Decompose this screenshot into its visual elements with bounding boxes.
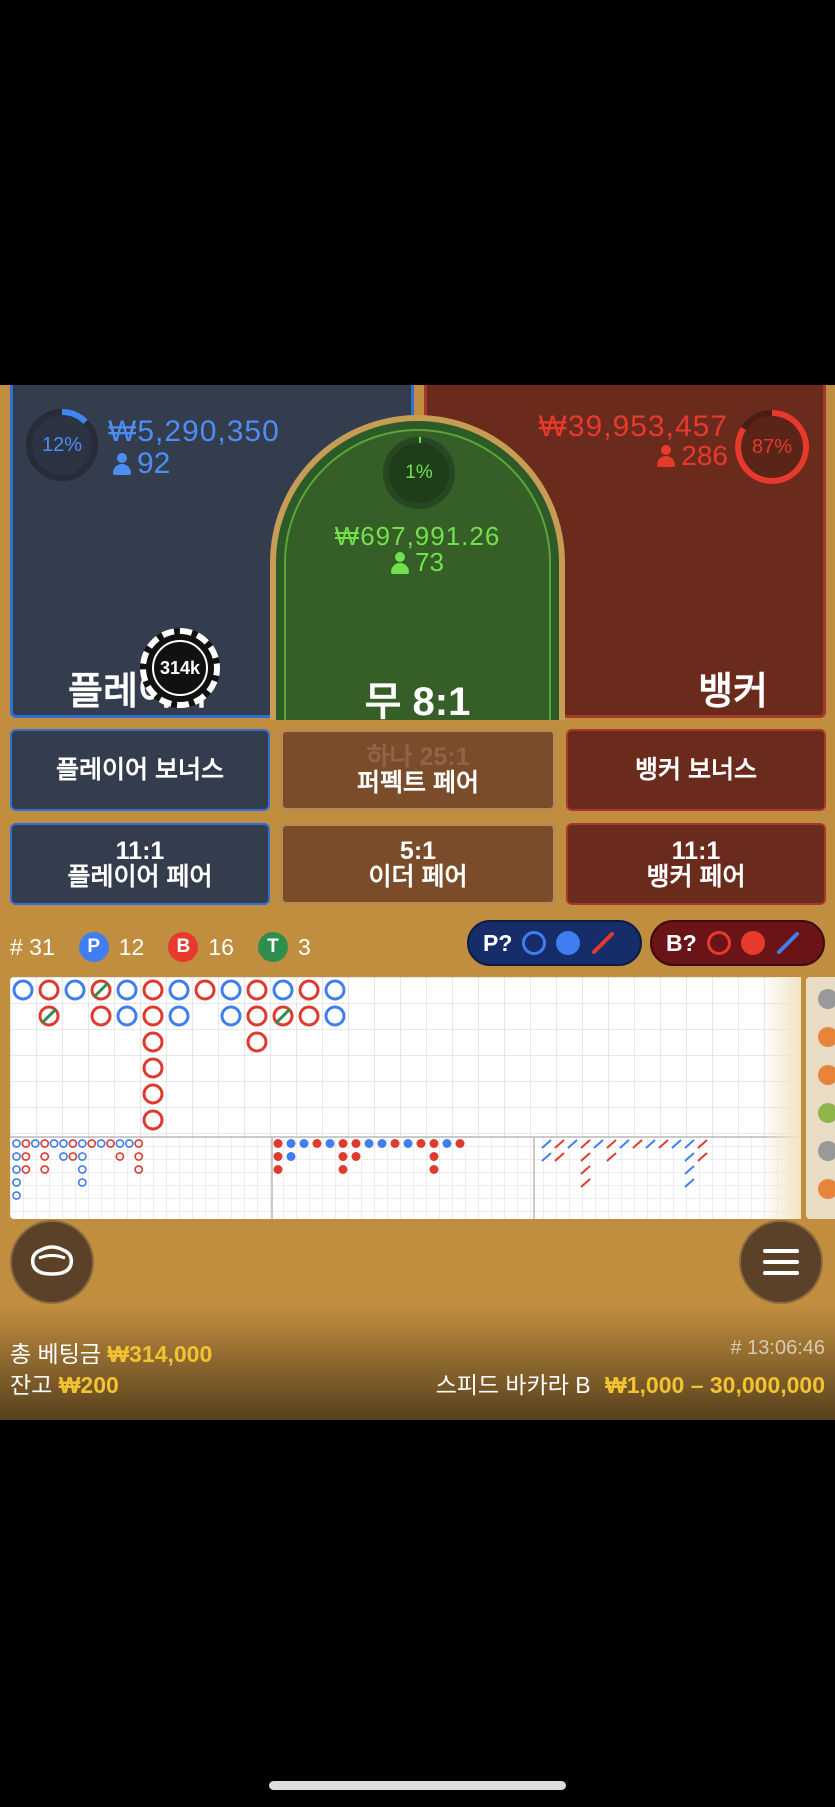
banker-prediction-button[interactable]: B?	[650, 920, 825, 966]
banker-bonus-button[interactable]: 뱅커 보너스	[566, 729, 826, 811]
small-road-mark	[325, 1139, 335, 1148]
round-number: # 31	[10, 933, 55, 960]
small-road-mark	[455, 1139, 465, 1148]
banker-pair-button[interactable]: 11:1 뱅커 페어	[566, 823, 826, 905]
player-pair-button[interactable]: 11:1 플레이어 페어	[10, 823, 270, 905]
player-bonus-button[interactable]: 플레이어 보너스	[10, 729, 270, 811]
road-map-grid	[10, 977, 801, 1219]
small-road-mark	[429, 1139, 439, 1148]
banker-prediction-label: B?	[666, 929, 697, 956]
tie-win-count: 3	[297, 933, 311, 960]
small-road-mark	[338, 1139, 348, 1148]
chat-icon	[30, 1245, 74, 1276]
small-road-mark	[429, 1152, 439, 1161]
round-stats: # 31 P 12 B 16 T 3	[10, 925, 311, 969]
round-time: # 13:06:46	[730, 1337, 825, 1359]
tie-label: 무 8:1	[364, 680, 471, 724]
person-icon	[113, 453, 131, 475]
small-road-mark	[273, 1165, 283, 1174]
player-total-amount: ₩5,290,350	[108, 415, 280, 448]
person-icon	[657, 445, 676, 467]
banker-win-count: 16	[208, 933, 234, 960]
balance-label: 잔고	[10, 1372, 53, 1398]
blue-slash-icon	[775, 930, 801, 956]
table-name: 스피드 바카라 B	[435, 1372, 591, 1398]
either-pair-odds: 5:1	[399, 836, 437, 865]
small-road-mark	[299, 1139, 309, 1148]
player-pair-odds: 11:1	[115, 836, 165, 865]
small-road-mark	[442, 1139, 452, 1148]
red-dot-icon	[740, 931, 765, 955]
menu-icon	[763, 1249, 799, 1275]
blue-ring-icon	[522, 931, 547, 955]
person-icon	[391, 551, 410, 574]
small-road-mark	[338, 1152, 348, 1161]
banker-total-amount: ₩39,953,457	[538, 410, 728, 443]
perfect-pair-label: 퍼펙트 페어	[357, 769, 479, 797]
small-road-mark	[286, 1152, 296, 1161]
either-pair-label: 이더 페어	[368, 863, 468, 891]
small-road-mark	[312, 1139, 322, 1148]
player-prediction-button[interactable]: P? .slash.r:after{}	[467, 920, 642, 966]
footer-bar: 총 베팅금 ₩314,000 잔고 ₩200 # 13:06:46 스피드 바카…	[0, 1305, 835, 1420]
balance-value: ₩200	[58, 1372, 119, 1398]
blue-dot-icon	[556, 931, 581, 955]
red-slash-icon: .slash.r:after{}	[590, 930, 616, 956]
player-bonus-label: 플레이어 보너스	[56, 755, 224, 784]
banker-win-badge: B	[168, 932, 199, 962]
banker-pair-label: 뱅커 페어	[646, 863, 746, 891]
total-bet-value: ₩314,000	[107, 1341, 213, 1367]
player-percent: 12%	[41, 433, 83, 456]
small-road-mark	[429, 1165, 439, 1174]
banker-label: 뱅커	[698, 671, 768, 713]
betting-table: 12% ₩5,290,350 92 플레이어 314k ₩39,953,457 …	[0, 385, 835, 1420]
perfect-pair-ghost-text: 하나 25:1	[366, 742, 470, 771]
road-preview-icons	[818, 989, 835, 1199]
small-road-mark	[377, 1139, 387, 1148]
small-road-mark	[403, 1139, 413, 1148]
tie-bet-area[interactable]: 1% ₩697,991.26 73 무 8:1	[270, 415, 565, 724]
scoreboard-road-map[interactable]	[10, 977, 801, 1219]
menu-button[interactable]	[739, 1220, 823, 1304]
home-indicator[interactable]	[269, 1781, 566, 1790]
player-bettor-count: 92	[137, 447, 171, 480]
banker-pair-odds: 11:1	[671, 836, 721, 865]
chip-value: 314k	[152, 640, 208, 696]
tie-win-badge: T	[257, 932, 288, 962]
red-ring-icon	[706, 931, 731, 955]
player-pair-label: 플레이어 페어	[67, 863, 213, 891]
tie-bettor-count: 73	[415, 547, 444, 577]
small-road-mark	[416, 1139, 426, 1148]
player-win-badge: P	[78, 932, 109, 962]
total-bet-label: 총 베팅금	[10, 1341, 102, 1367]
small-road-mark	[273, 1139, 283, 1148]
chat-button[interactable]	[10, 1220, 94, 1304]
small-road-mark	[364, 1139, 374, 1148]
small-road-mark	[351, 1152, 361, 1161]
tie-percent: 1%	[405, 462, 433, 483]
banker-bonus-label: 뱅커 보너스	[635, 755, 757, 784]
player-win-count: 12	[118, 933, 145, 960]
small-road-mark	[338, 1165, 348, 1174]
small-road-mark	[286, 1139, 296, 1148]
balance: 잔고 ₩200	[10, 1366, 119, 1400]
small-road-mark	[390, 1139, 400, 1148]
next-road-panel[interactable]	[806, 977, 835, 1219]
player-prediction-label: P?	[483, 929, 513, 956]
perfect-pair-button[interactable]: 하나 25:1 퍼펙트 페어	[280, 729, 556, 811]
banker-percent: 87%	[751, 435, 793, 458]
table-limits: ₩1,000 – 30,000,000	[605, 1372, 825, 1398]
either-pair-button[interactable]: 5:1 이더 페어	[280, 823, 556, 905]
small-road-mark	[351, 1139, 361, 1148]
bet-chip: 314k	[140, 628, 220, 708]
road-map-fade	[760, 977, 801, 1219]
banker-bettor-count: 286	[681, 440, 728, 471]
total-bet: 총 베팅금 ₩314,000	[10, 1335, 212, 1369]
small-road-mark	[273, 1152, 283, 1161]
